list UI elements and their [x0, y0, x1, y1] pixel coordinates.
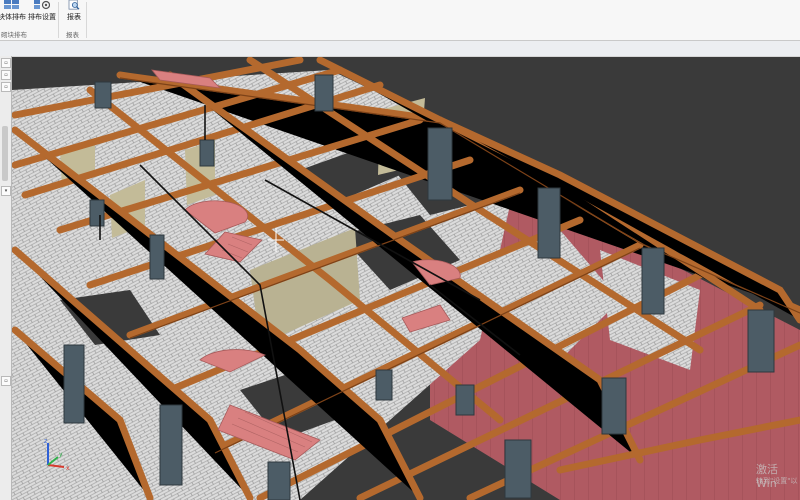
block-layout-button[interactable]: 块体排布 [0, 0, 26, 26]
ribbon-toolbar: 块体排布 排布设置 报表 砌块排布 报表 [0, 0, 800, 41]
palette-scroll-down-button[interactable]: ▾ [1, 186, 11, 196]
settings-blocks-icon [34, 0, 50, 10]
3d-model-viewport[interactable]: z x y [12, 57, 800, 500]
group-separator [86, 2, 87, 38]
left-tool-palette: ▫ ▫ ▫ ▾ ▫ [0, 56, 12, 500]
layout-settings-label: 排布设置 [28, 13, 56, 21]
group-label-report: 报表 [66, 31, 79, 39]
document-tab-strip [0, 41, 800, 57]
activation-watermark-subtitle: 转到"设置"以 [756, 477, 798, 485]
block-layout-label: 块体排布 [0, 13, 26, 21]
group-label-block-layout: 砌块排布 [1, 31, 27, 39]
group-separator [58, 2, 59, 38]
ucs-axis-icon: z x y [44, 438, 70, 472]
palette-scroll-thumb[interactable] [2, 126, 8, 181]
axis-z-label: z [44, 438, 47, 445]
building-model-render [12, 57, 800, 500]
axis-x-label: x [66, 465, 70, 472]
palette-tool-button[interactable]: ▫ [1, 82, 11, 92]
report-magnifier-icon [68, 0, 80, 10]
palette-tool-button[interactable]: ▫ [1, 70, 11, 80]
report-button[interactable]: 报表 [64, 0, 84, 26]
palette-tool-button[interactable]: ▫ [1, 376, 11, 386]
layout-settings-button[interactable]: 排布设置 [28, 0, 56, 26]
palette-pin-button[interactable]: ▫ [1, 58, 11, 68]
axis-y-label: y [59, 451, 63, 458]
report-label: 报表 [67, 13, 81, 21]
grid-blocks-icon [4, 0, 19, 9]
